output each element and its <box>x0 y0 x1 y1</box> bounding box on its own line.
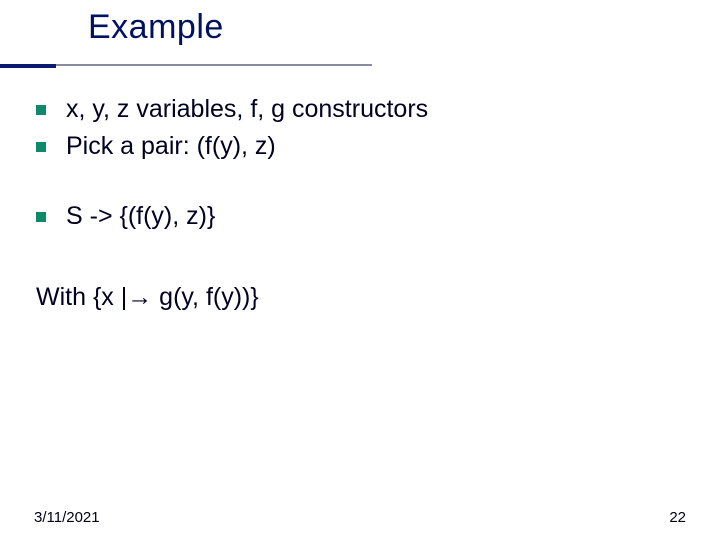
footer-date: 3/11/2021 <box>34 509 100 526</box>
bullet-icon <box>36 105 46 115</box>
bullet-icon <box>36 212 46 222</box>
slide-body: x, y, z variables, f, g constructors Pic… <box>36 92 684 314</box>
bullet-icon <box>36 142 46 152</box>
bullet-text: S -> {(f(y), z)} <box>66 199 215 234</box>
bullet-text: Pick a pair: (f(y), z) <box>66 129 276 164</box>
title-underline <box>56 64 372 66</box>
bullet-item: S -> {(f(y), z)} <box>36 199 684 234</box>
title-area: Example <box>0 8 720 47</box>
slide-title: Example <box>88 8 720 47</box>
title-underline-accent <box>0 64 56 68</box>
bullet-text: x, y, z variables, f, g constructors <box>66 92 428 127</box>
bullet-item: x, y, z variables, f, g constructors <box>36 92 684 127</box>
bullet-item: Pick a pair: (f(y), z) <box>36 129 684 164</box>
footer: 3/11/2021 22 <box>34 509 686 526</box>
footer-page-number: 22 <box>669 509 686 526</box>
with-substitution-line: With {x |→ g(y, f(y))} <box>36 280 684 315</box>
